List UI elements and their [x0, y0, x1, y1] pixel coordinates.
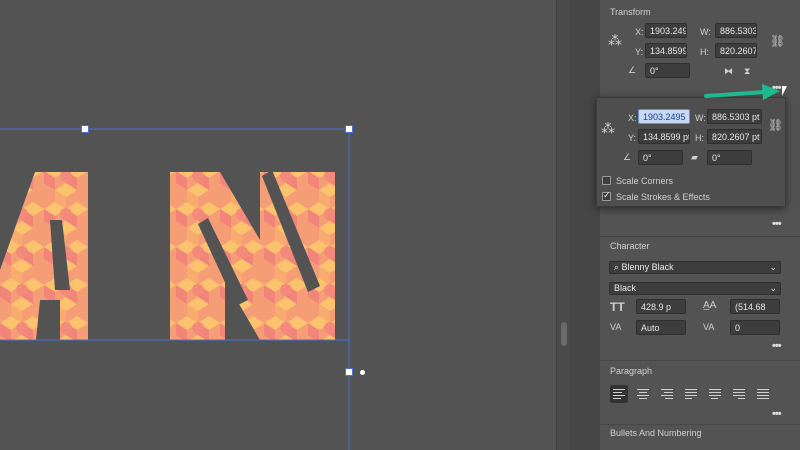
- properties-panel: Transform ⁂ X: 1903.249 W: 886.5303 Y: 1…: [600, 0, 800, 450]
- link-icon[interactable]: ⛓: [770, 34, 785, 48]
- artboard-canvas[interactable]: [0, 0, 556, 450]
- panel-dock-gap: [570, 0, 600, 450]
- align-left-button[interactable]: [610, 385, 628, 403]
- popup-rotate-field[interactable]: 0°: [638, 150, 683, 165]
- font-size-field[interactable]: 428.9 p: [636, 299, 686, 314]
- justify-all-button[interactable]: [754, 385, 772, 403]
- popup-x-field[interactable]: 1903.2495: [638, 109, 690, 124]
- w-label: W:: [700, 27, 711, 37]
- letter-a-shape: [0, 172, 88, 340]
- font-size-icon: TT: [610, 300, 625, 314]
- leading-icon: A̲A: [703, 300, 717, 311]
- bullets-numbering-title: Bullets And Numbering: [610, 428, 702, 438]
- justify-right-button[interactable]: [730, 385, 748, 403]
- kerning-field[interactable]: Auto: [636, 320, 686, 335]
- scale-corners-label: Scale Corners: [616, 176, 674, 186]
- align-center-button[interactable]: [634, 385, 652, 403]
- popup-shear-field[interactable]: 0°: [707, 150, 752, 165]
- scale-strokes-checkbox[interactable]: [602, 190, 611, 201]
- kerning-icon: VA: [610, 322, 622, 332]
- align-right-button[interactable]: [658, 385, 676, 403]
- font-family-select[interactable]: ⌕ Blenny Black ⌄: [609, 261, 781, 274]
- tracking-icon: VA: [703, 322, 715, 332]
- font-style-value: Black: [614, 283, 637, 293]
- rotation-handle[interactable]: [360, 370, 365, 375]
- reference-point-icon[interactable]: ⁂: [601, 120, 615, 137]
- transform-more-options-popup: ⁂ X: 1903.2495 W: 886.5303 pt Y: 134.859…: [596, 97, 786, 207]
- chevron-down-icon: ⌄: [769, 283, 777, 293]
- canvas-scrollbar[interactable]: [556, 0, 570, 450]
- popup-x-label: X:: [628, 113, 637, 123]
- reference-point-icon[interactable]: ⁂: [608, 32, 622, 49]
- search-icon: ⌕: [614, 262, 622, 272]
- justify-center-button[interactable]: [706, 385, 724, 403]
- link-icon[interactable]: ⛓: [768, 118, 783, 132]
- selection-handle-top-right[interactable]: [345, 125, 353, 133]
- angle-icon: ∠: [623, 152, 632, 162]
- h-field[interactable]: 820.2607: [715, 43, 757, 58]
- w-field[interactable]: 886.5303: [715, 23, 757, 38]
- section-divider: [600, 424, 800, 425]
- selection-handle-top-center[interactable]: [81, 125, 89, 133]
- popup-h-label: H:: [695, 133, 704, 143]
- mouse-cursor-icon: [782, 86, 787, 96]
- transform-title: Transform: [610, 7, 651, 17]
- font-style-select[interactable]: Black ⌄: [609, 282, 781, 295]
- shear-icon: ▰: [691, 152, 698, 162]
- y-field[interactable]: 134.8599: [645, 43, 687, 58]
- justify-left-button[interactable]: [682, 385, 700, 403]
- popup-y-label: Y:: [628, 133, 637, 143]
- popup-w-label: W:: [695, 113, 706, 123]
- section-more-button[interactable]: •••: [772, 218, 782, 230]
- x-field[interactable]: 1903.249: [645, 23, 687, 38]
- x-label: X:: [635, 27, 644, 37]
- character-title: Character: [610, 241, 650, 251]
- artwork: [0, 128, 350, 450]
- tracking-field[interactable]: 0: [730, 320, 780, 335]
- character-more-button[interactable]: •••: [772, 340, 782, 352]
- y-label: Y:: [635, 47, 644, 57]
- popup-w-field[interactable]: 886.5303 pt: [707, 109, 762, 124]
- scale-corners-checkbox[interactable]: [602, 176, 611, 185]
- angle-icon: ∠: [628, 65, 637, 75]
- letter-n-shape: [170, 170, 335, 340]
- leading-field[interactable]: (514.68: [730, 299, 780, 314]
- chevron-down-icon: ⌄: [769, 262, 777, 272]
- rotate-field[interactable]: 0°: [645, 63, 690, 78]
- selection-handle-bottom-right[interactable]: [345, 368, 353, 376]
- h-label: H:: [700, 47, 709, 57]
- scrollbar-thumb[interactable]: [561, 322, 567, 346]
- paragraph-title: Paragraph: [610, 366, 653, 376]
- paragraph-more-button[interactable]: •••: [772, 408, 782, 420]
- section-divider: [600, 360, 800, 361]
- popup-y-field[interactable]: 134.8599 pt: [638, 129, 690, 144]
- font-family-value: Blenny Black: [621, 262, 674, 272]
- section-divider: [600, 236, 800, 237]
- popup-h-field[interactable]: 820.2607 pt: [707, 129, 762, 144]
- scale-strokes-label: Scale Strokes & Effects: [616, 192, 710, 202]
